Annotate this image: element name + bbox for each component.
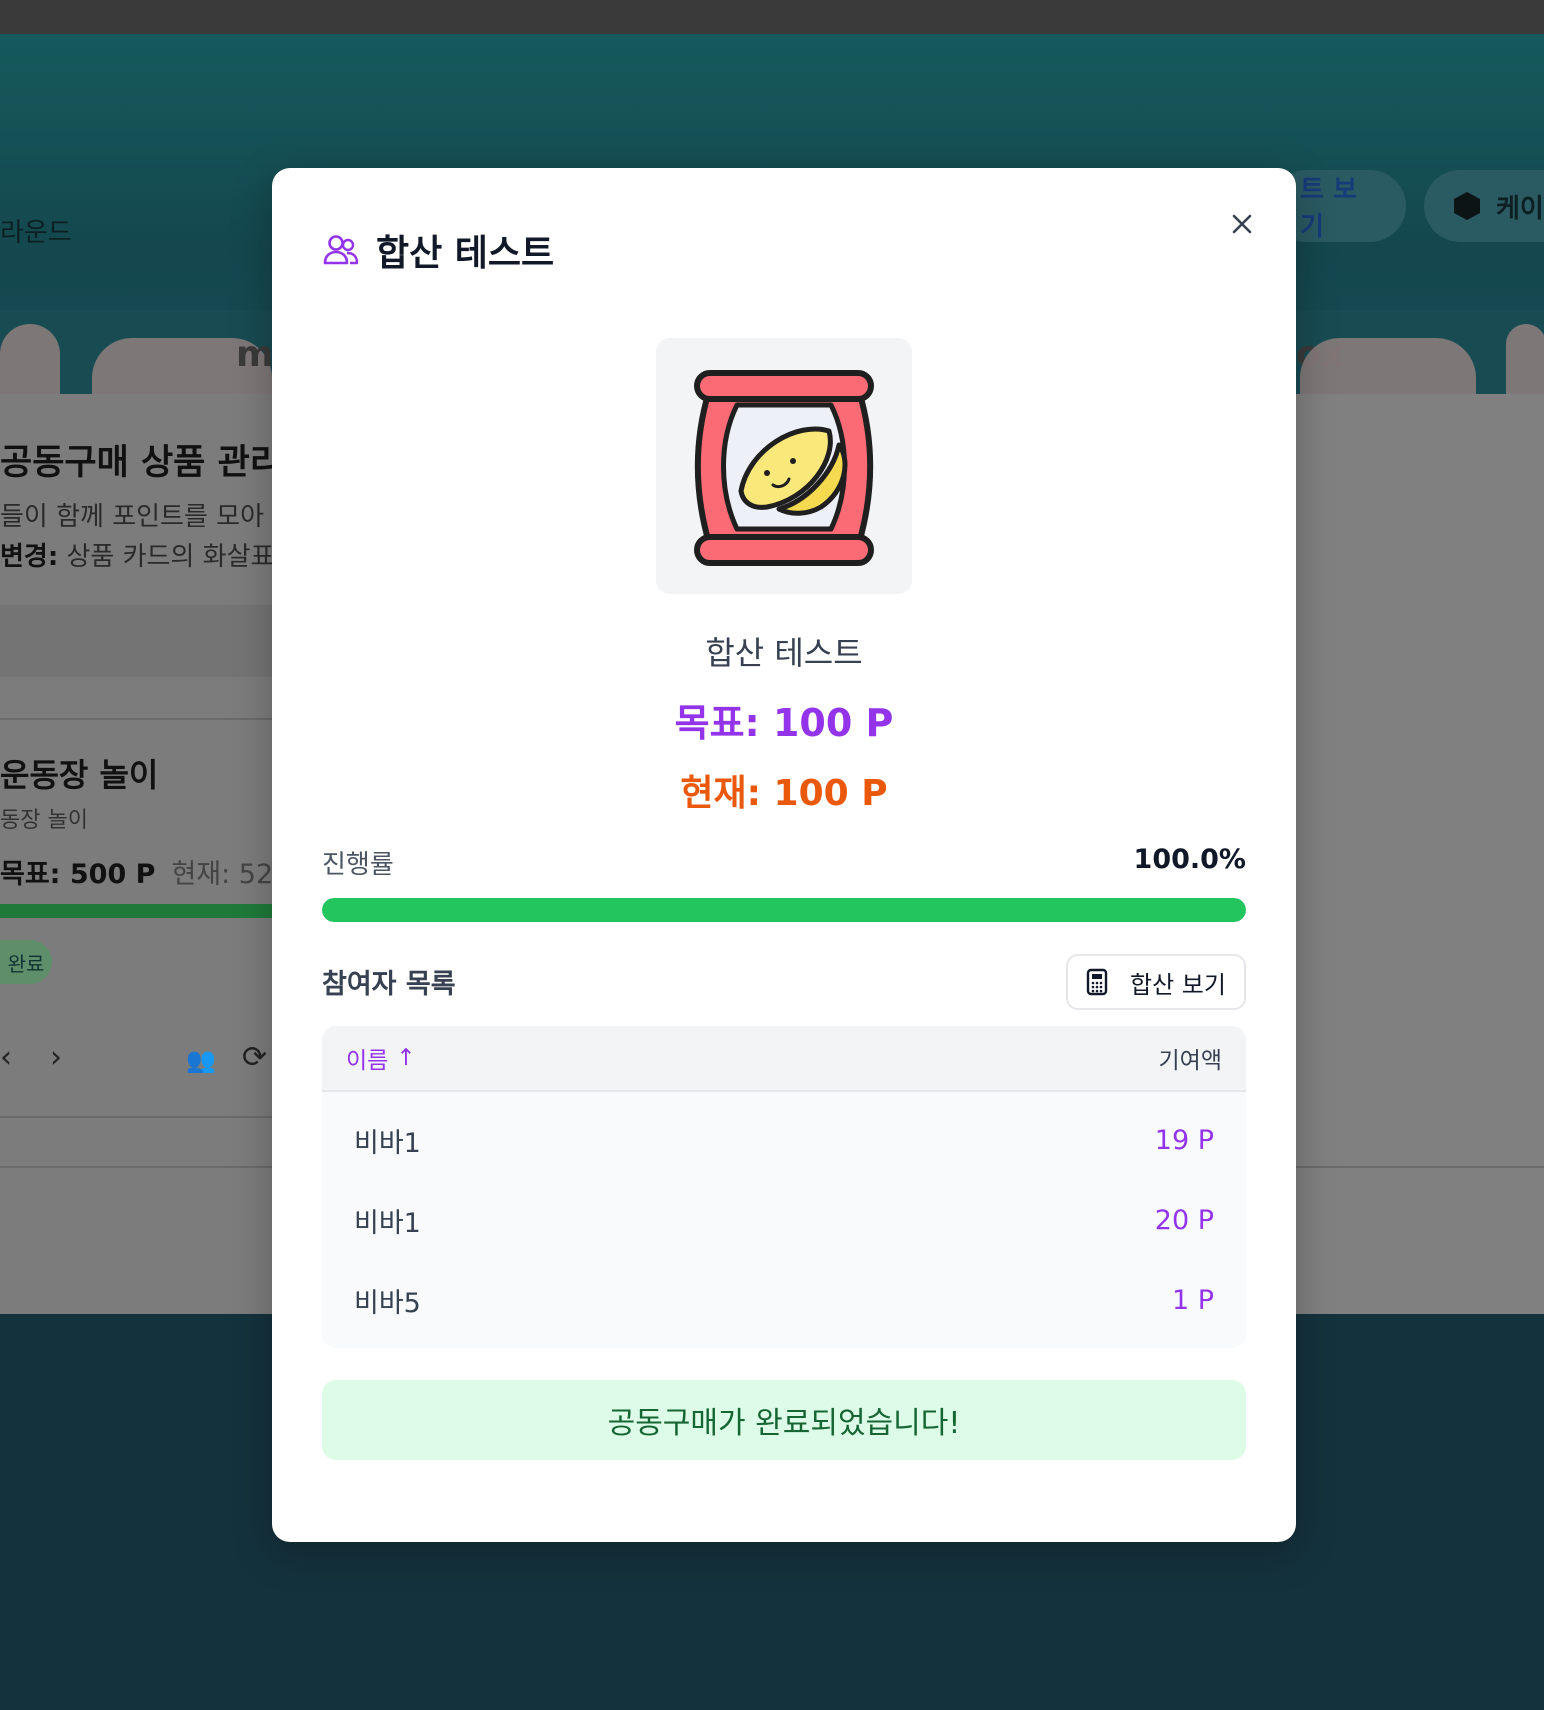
page-title: 공동구매 상품 관리 bbox=[0, 443, 282, 483]
users-icon[interactable]: 👥 bbox=[186, 1046, 216, 1074]
name-column-header: 이름 bbox=[346, 1048, 389, 1074]
sum-view-label: 합산 보기 bbox=[1130, 970, 1226, 999]
product-name: 합산 테스트 bbox=[705, 634, 863, 672]
participant-amount: 19 P bbox=[1154, 1124, 1214, 1156]
participant-name: 비바1 bbox=[354, 1207, 421, 1239]
hexagon-icon bbox=[1454, 192, 1480, 220]
modal-header: 합산 테스트 bbox=[322, 224, 554, 276]
sum-test-modal: 합산 테스트 합산 테스트 목표: 100 P 현재: 100 P 진행률 10… bbox=[272, 168, 1296, 1542]
amount-column-header[interactable]: 기여액 bbox=[1159, 1041, 1222, 1075]
page-description: 들이 함께 포인트를 모아 구 bbox=[0, 502, 297, 532]
close-icon bbox=[1232, 214, 1252, 234]
participant-amount: 20 P bbox=[1154, 1204, 1214, 1236]
participant-name: 비바5 bbox=[354, 1287, 421, 1319]
page-note-text: 상품 카드의 화살표 bbox=[58, 542, 275, 572]
card-goal-text: 목표: 500 P bbox=[0, 859, 156, 890]
sum-view-button[interactable]: 합산 보기 bbox=[1066, 954, 1246, 1010]
completion-message: 공동구매가 완료되었습니다! bbox=[322, 1380, 1246, 1460]
goal-points: 목표: 100 P bbox=[674, 701, 894, 745]
header-view-label: 트 보기 bbox=[1300, 175, 1357, 242]
chevron-right-icon[interactable]: › bbox=[50, 1040, 62, 1075]
banner-word-left: m bbox=[236, 334, 274, 375]
product-image bbox=[656, 338, 912, 594]
close-button[interactable] bbox=[1222, 204, 1262, 244]
table-row: 비바1 20 P bbox=[322, 1180, 1246, 1260]
divider bbox=[0, 718, 272, 720]
progress-value: 100.0% bbox=[1133, 844, 1246, 875]
progress-bar-fill bbox=[322, 898, 1246, 922]
card-status-badge: 완료 bbox=[0, 940, 52, 984]
card-goal: 목표: 500 P 현재: 520 P bbox=[0, 852, 315, 891]
cloud-shape bbox=[0, 324, 60, 394]
refresh-icon[interactable]: ⟳ bbox=[242, 1040, 267, 1075]
header-cake-label: 케이 bbox=[1496, 193, 1544, 224]
table-body: 비바1 19 P 비바1 20 P 비바5 1 P bbox=[322, 1100, 1246, 1340]
table-row: 비바1 19 P bbox=[322, 1100, 1246, 1180]
card-progress-bar bbox=[0, 904, 272, 918]
participants-table: 이름 ↑ 기여액 비바1 19 P 비바1 20 P 비바5 1 P bbox=[322, 1026, 1246, 1348]
header-cake-button[interactable]: 케이 bbox=[1424, 170, 1544, 242]
page-note: 변경: 상품 카드의 화살표 bbox=[0, 536, 274, 573]
card-subtitle: 동장 놀이 bbox=[0, 808, 88, 833]
participant-amount: 1 P bbox=[1171, 1284, 1214, 1316]
cloud-shape bbox=[1300, 338, 1476, 394]
modal-title: 합산 테스트 bbox=[376, 233, 555, 274]
participants-label: 참여자 목록 bbox=[322, 969, 456, 1000]
calculator-icon bbox=[1086, 968, 1108, 996]
filter-band bbox=[0, 605, 272, 677]
cloud-shape bbox=[1506, 324, 1544, 394]
header-nav-text[interactable]: 라운드 bbox=[0, 212, 72, 249]
participant-name: 비바1 bbox=[354, 1127, 421, 1159]
page-note-bold: 변경: bbox=[0, 542, 59, 572]
table-row: 비바5 1 P bbox=[322, 1260, 1246, 1340]
card-title: 운동장 놀이 bbox=[0, 756, 159, 794]
chevron-left-icon[interactable]: ‹ bbox=[0, 1040, 12, 1075]
browser-top-bar bbox=[0, 0, 1544, 34]
name-column-sort[interactable]: 이름 ↑ bbox=[346, 1041, 416, 1075]
divider bbox=[0, 1116, 272, 1118]
sort-arrow-up-icon: ↑ bbox=[396, 1045, 416, 1071]
table-header: 이름 ↑ 기여액 bbox=[322, 1026, 1246, 1092]
snack-bag-icon bbox=[694, 370, 874, 566]
progress-bar bbox=[322, 898, 1246, 922]
users-icon bbox=[323, 235, 359, 265]
current-points: 현재: 100 P bbox=[680, 773, 888, 814]
progress-label: 진행률 bbox=[322, 850, 394, 880]
